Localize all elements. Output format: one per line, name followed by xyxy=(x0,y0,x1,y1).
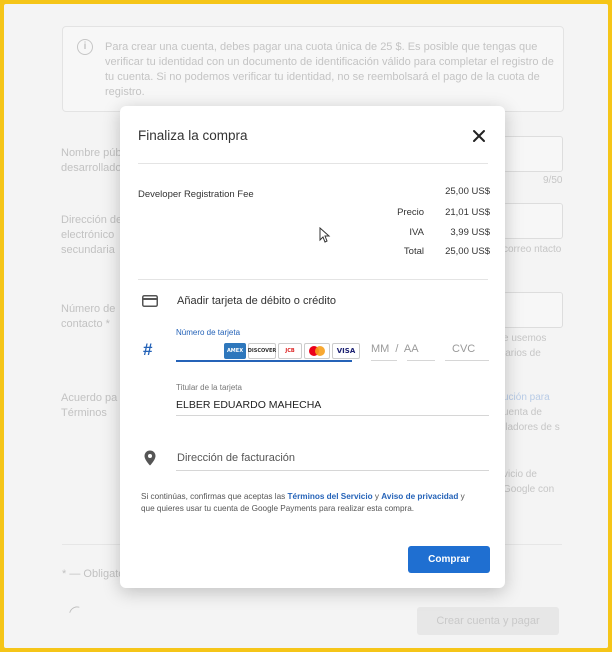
total-value: 25,00 US$ xyxy=(445,246,490,257)
mouse-pointer-icon xyxy=(319,227,331,243)
expiry-year-line xyxy=(407,360,435,361)
legal-and: y xyxy=(372,492,382,501)
visa-icon: VISA xyxy=(332,343,360,359)
cvc-input[interactable]: CVC xyxy=(452,343,475,355)
agreement-text-2: vicio de Google con xyxy=(503,469,555,495)
card-number-input[interactable] xyxy=(176,360,352,362)
item-total: 25,00 US$ xyxy=(445,186,490,197)
total-label: Total xyxy=(403,246,424,257)
divider xyxy=(138,279,488,280)
item-name: Developer Registration Fee xyxy=(138,189,254,200)
jcb-icon: JCB xyxy=(278,343,302,359)
hash-icon: # xyxy=(143,340,153,359)
create-account-button: Crear cuenta y pagar xyxy=(417,607,559,635)
buy-button[interactable]: Comprar xyxy=(408,546,490,573)
expiry-input[interactable]: MM / AA xyxy=(371,343,419,355)
expiry-year: AA xyxy=(403,343,419,355)
email-field xyxy=(503,203,563,239)
legal-prefix: Si continúas, confirmas que aceptas las xyxy=(141,492,288,501)
mastercard-icon xyxy=(304,343,330,359)
cardholder-label: Titular de la tarjeta xyxy=(176,383,242,392)
screen-frame: i Para crear una cuenta, debes pagar una… xyxy=(4,4,608,648)
public-name-field xyxy=(503,136,563,172)
expiry-separator: / xyxy=(395,343,399,355)
cvc-line xyxy=(445,360,489,361)
legal-text: Si continúas, confirmas que aceptas las … xyxy=(141,491,471,515)
email-hint: correo ntacto xyxy=(503,244,562,255)
cardholder-line xyxy=(176,415,489,416)
expiry-month: MM xyxy=(371,343,390,355)
discover-icon: DISCOVER xyxy=(248,343,276,359)
agreement-link: ución para xyxy=(503,392,550,403)
terms-link[interactable]: Términos del Servicio xyxy=(288,492,373,501)
billing-address-input[interactable]: Dirección de facturación xyxy=(177,452,295,464)
agreement-text: uenta de lladores de s xyxy=(503,407,560,433)
close-icon[interactable] xyxy=(469,126,489,146)
divider xyxy=(138,163,488,164)
price-label: Precio xyxy=(397,207,424,218)
credit-card-icon xyxy=(142,295,158,307)
expiry-month-line xyxy=(371,360,397,361)
checkout-dialog: Finaliza la compra Developer Registratio… xyxy=(120,106,505,588)
tax-label: IVA xyxy=(409,227,424,238)
amex-icon: AMEX xyxy=(224,343,246,359)
required-note: * — Obligato xyxy=(62,568,125,580)
card-number-label: Número de tarjeta xyxy=(176,328,241,337)
phone-hint: e usemos iarios de xyxy=(503,333,547,359)
tax-value: 3,99 US$ xyxy=(450,227,490,238)
price-value: 21,01 US$ xyxy=(445,207,490,218)
cardholder-input[interactable]: ELBER EDUARDO MAHECHA xyxy=(176,399,321,411)
info-text: Para crear una cuenta, debes pagar una c… xyxy=(105,41,554,98)
billing-address-line xyxy=(176,470,489,471)
dialog-title: Finaliza la compra xyxy=(138,128,248,143)
phone-field xyxy=(503,292,563,328)
add-card-label[interactable]: Añadir tarjeta de débito o crédito xyxy=(177,295,336,307)
char-counter: 9/50 xyxy=(543,175,563,186)
privacy-link[interactable]: Aviso de privacidad xyxy=(381,492,458,501)
location-pin-icon xyxy=(144,450,156,466)
info-icon: i xyxy=(77,39,93,55)
info-banner: i Para crear una cuenta, debes pagar una… xyxy=(62,26,564,112)
loading-icon: ⌒ xyxy=(67,603,85,622)
card-brand-logos: AMEX DISCOVER JCB VISA xyxy=(224,343,360,359)
